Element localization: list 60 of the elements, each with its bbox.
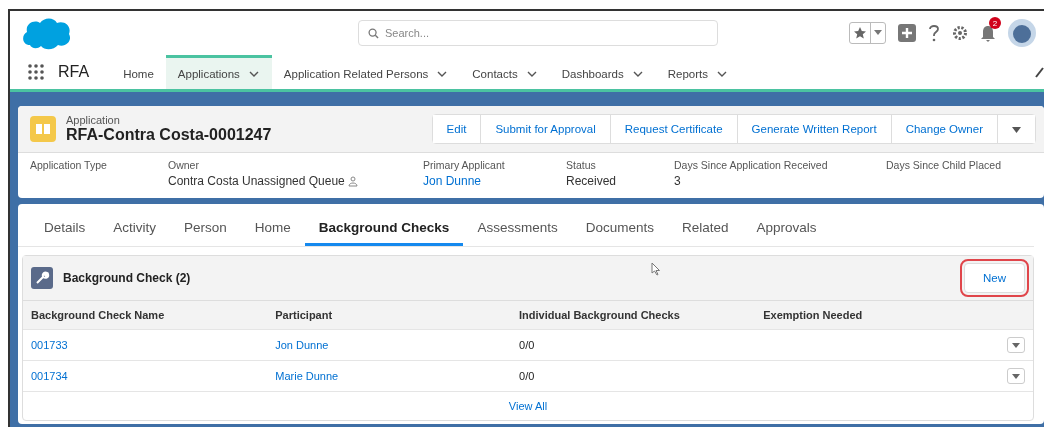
field-value: Received (566, 174, 618, 188)
field-label: Status (566, 159, 597, 171)
nav-tab[interactable]: Home (111, 55, 166, 89)
nav-tab[interactable]: Dashboards (549, 55, 656, 89)
app-launcher-icon[interactable] (28, 64, 44, 80)
caret-icon (1012, 127, 1021, 133)
record-tab[interactable]: Assessments (463, 220, 572, 246)
view-all-link[interactable]: View All (508, 400, 548, 412)
caret-icon (1012, 373, 1020, 379)
record-tab[interactable]: Background Checks (304, 220, 464, 246)
participant-link[interactable]: Marie Dunne (275, 370, 339, 382)
search-icon (368, 27, 379, 39)
caret-icon (1012, 342, 1020, 348)
plus-icon[interactable] (898, 24, 916, 42)
nav-tab[interactable]: Applications (165, 55, 272, 89)
field-label: Owner (168, 159, 200, 171)
record-tab[interactable]: Home (240, 220, 305, 246)
search-field[interactable]: Search... (358, 20, 718, 46)
field-label: Days Since Application Received (674, 159, 829, 171)
record-tab[interactable]: Documents (571, 220, 668, 246)
record-link[interactable]: 001734 (31, 370, 68, 382)
favorites-button[interactable] (849, 22, 886, 44)
related-list-title: Background Check (2) (63, 271, 191, 285)
field-label: Application Type (30, 159, 108, 171)
star-icon (853, 26, 867, 40)
row-actions-button[interactable] (1007, 337, 1025, 353)
field-value: 3 (674, 174, 682, 188)
table-cell: 0/0 (519, 339, 535, 351)
app-name: RFA (58, 63, 90, 81)
avatar[interactable] (1008, 19, 1036, 47)
field-label: Days Since Child Placed (886, 159, 1002, 171)
record-link[interactable]: 001733 (31, 339, 68, 351)
table-cell: 0/0 (519, 370, 535, 382)
column-header: Individual Background Checks (519, 309, 680, 321)
help-icon[interactable] (928, 24, 940, 42)
column-header: Exemption Needed (763, 309, 863, 321)
column-header: Background Check Name (31, 309, 165, 321)
field-value: Contra Costa Unassigned Queue (168, 174, 345, 188)
record-tab[interactable]: Related (667, 220, 743, 246)
record-tab[interactable]: Activity (99, 220, 171, 246)
record-tab[interactable]: Person (170, 220, 241, 246)
participant-link[interactable]: Jon Dunne (275, 339, 329, 351)
caret-icon (874, 30, 882, 36)
action-button[interactable]: Edit (432, 115, 482, 143)
nav-tab[interactable]: Application Related Persons (271, 55, 461, 89)
settings-icon[interactable] (952, 25, 968, 41)
column-header: Participant (275, 309, 333, 321)
object-type: Application (66, 114, 121, 126)
record-tab[interactable]: Details (30, 220, 100, 246)
field-link[interactable]: Jon Dunne (423, 174, 566, 188)
row-actions-button[interactable] (1007, 368, 1025, 384)
field-label: Primary Applicant (423, 159, 506, 171)
record-title: RFA-Contra Costa-0001247 (66, 126, 272, 144)
record-tab[interactable]: Approvals (742, 220, 831, 246)
nav-tab[interactable]: Reports (655, 55, 740, 89)
bell-icon[interactable] (980, 24, 996, 42)
nav-tab[interactable]: Contacts (460, 55, 550, 89)
notification-badge: 2 (989, 17, 1001, 29)
cursor-icon (651, 262, 661, 276)
book-icon (30, 116, 56, 142)
